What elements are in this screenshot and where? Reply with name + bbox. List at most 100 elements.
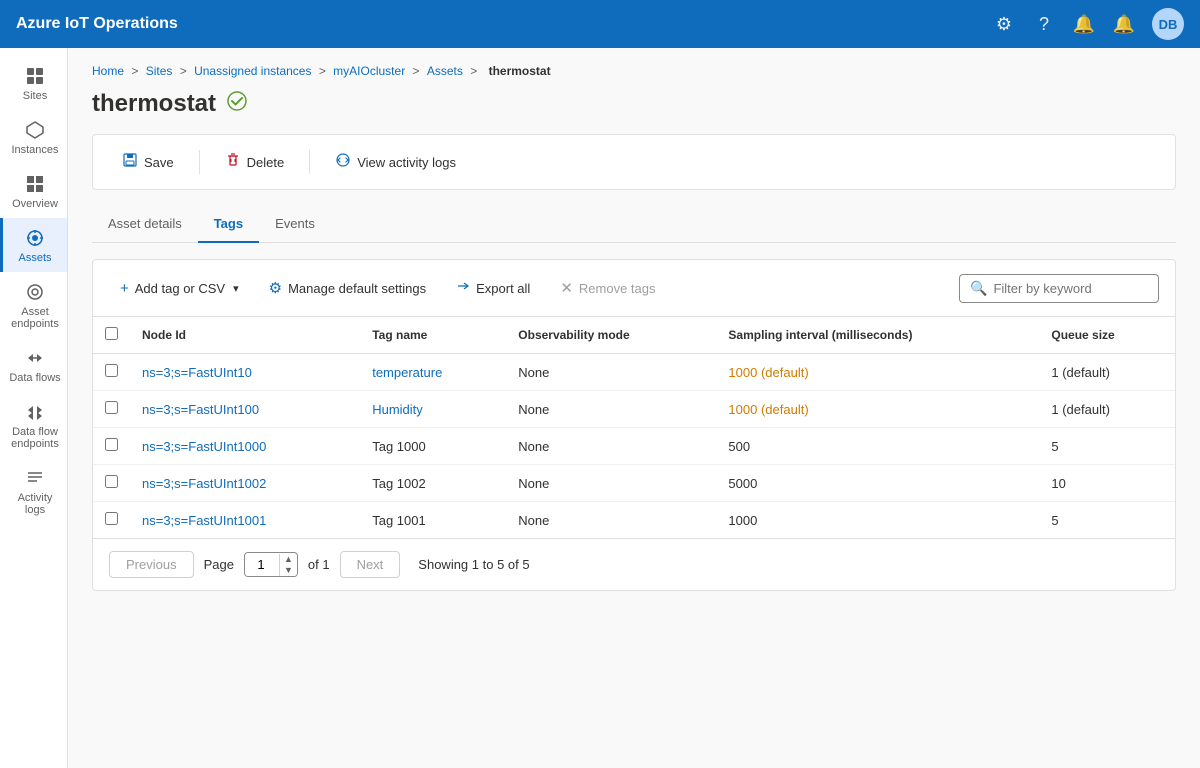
row-tag-name: Humidity: [360, 391, 506, 428]
tab-asset-details[interactable]: Asset details: [92, 206, 198, 243]
node-id-link[interactable]: ns=3;s=FastUInt1000: [142, 439, 266, 454]
tag-name-link[interactable]: temperature: [372, 365, 442, 380]
node-id-link[interactable]: ns=3;s=FastUInt100: [142, 402, 259, 417]
alert-icon[interactable]: 🔔: [1112, 12, 1136, 36]
remove-icon: ✕: [560, 279, 573, 297]
gear-icon: ⚙: [269, 279, 282, 297]
action-divider-1: [199, 150, 200, 174]
sidebar-item-activity-logs[interactable]: Activity logs: [0, 458, 67, 524]
page-label: Page: [204, 557, 234, 572]
asset-endpoints-icon: [23, 280, 47, 304]
breadcrumb-sep-2: >: [180, 64, 190, 78]
sidebar-label-overview: Overview: [12, 198, 58, 210]
sidebar-item-overview[interactable]: Overview: [0, 164, 67, 218]
tab-tags[interactable]: Tags: [198, 206, 259, 243]
manage-label: Manage default settings: [288, 281, 426, 296]
delete-button[interactable]: Delete: [212, 145, 298, 179]
settings-icon[interactable]: ⚙: [992, 12, 1016, 36]
row-sampling: 5000: [716, 465, 1039, 502]
page-title: thermostat: [92, 90, 216, 118]
help-icon[interactable]: ?: [1032, 12, 1056, 36]
breadcrumb-sites[interactable]: Sites: [146, 64, 173, 78]
page-spinners: ▲ ▼: [279, 554, 297, 576]
sidebar-item-instances[interactable]: Instances: [0, 110, 67, 164]
row-checkbox-4[interactable]: [105, 512, 118, 525]
breadcrumb-unassigned[interactable]: Unassigned instances: [194, 64, 311, 78]
node-id-link[interactable]: ns=3;s=FastUInt1001: [142, 513, 266, 528]
table-row: ns=3;s=FastUInt100 Humidity None 1000 (d…: [93, 391, 1175, 428]
delete-icon: [225, 152, 241, 172]
breadcrumb-home[interactable]: Home: [92, 64, 124, 78]
tab-events[interactable]: Events: [259, 206, 331, 243]
previous-button[interactable]: Previous: [109, 551, 194, 578]
node-id-link[interactable]: ns=3;s=FastUInt10: [142, 365, 252, 380]
add-tag-label: Add tag or CSV: [135, 281, 225, 296]
breadcrumb-current: thermostat: [489, 64, 551, 78]
row-checkbox-cell: [93, 465, 130, 502]
assets-icon: [23, 226, 47, 250]
row-queue: 5: [1039, 428, 1175, 465]
row-checkbox-0[interactable]: [105, 364, 118, 377]
previous-label: Previous: [126, 557, 177, 572]
app-body: Sites Instances Overview Assets Asset en…: [0, 48, 1200, 768]
view-activity-logs-button[interactable]: View activity logs: [322, 145, 469, 179]
filter-input-wrapper: 🔍: [959, 274, 1159, 303]
export-all-button[interactable]: Export all: [445, 272, 541, 304]
sidebar-label-assets: Assets: [18, 252, 51, 264]
select-all-checkbox[interactable]: [105, 327, 118, 340]
topnav-icons: ⚙ ? 🔔 🔔 DB: [992, 8, 1184, 40]
row-sampling: 1000 (default): [716, 354, 1039, 391]
breadcrumb-sep-1: >: [131, 64, 141, 78]
sidebar-item-assets[interactable]: Assets: [0, 218, 67, 272]
overview-icon: [23, 172, 47, 196]
breadcrumb-cluster[interactable]: myAIOcluster: [333, 64, 405, 78]
save-button[interactable]: Save: [109, 145, 187, 179]
manage-default-settings-button[interactable]: ⚙ Manage default settings: [258, 272, 438, 304]
table-row: ns=3;s=FastUInt1001 Tag 1001 None 1000 5: [93, 502, 1175, 539]
app-title: Azure IoT Operations: [16, 15, 992, 33]
sidebar-label-instances: Instances: [11, 144, 58, 156]
export-label: Export all: [476, 281, 530, 296]
sidebar-item-asset-endpoints[interactable]: Asset endpoints: [0, 272, 67, 338]
main-content: Home > Sites > Unassigned instances > my…: [68, 48, 1200, 768]
row-checkbox-3[interactable]: [105, 475, 118, 488]
page-down-button[interactable]: ▼: [280, 565, 297, 576]
instances-icon: [23, 118, 47, 142]
page-number-input[interactable]: [245, 553, 277, 576]
tag-name-link[interactable]: Humidity: [372, 402, 423, 417]
row-sampling: 500: [716, 428, 1039, 465]
remove-tags-button[interactable]: ✕ Remove tags: [549, 272, 666, 304]
delete-label: Delete: [247, 155, 285, 170]
table-body: ns=3;s=FastUInt10 temperature None 1000 …: [93, 354, 1175, 539]
table-row: ns=3;s=FastUInt10 temperature None 1000 …: [93, 354, 1175, 391]
sidebar-item-data-flow-endpoints[interactable]: Data flow endpoints: [0, 392, 67, 458]
page-up-button[interactable]: ▲: [280, 554, 297, 565]
breadcrumb-sep-5: >: [470, 64, 480, 78]
next-button[interactable]: Next: [340, 551, 401, 578]
row-tag-name: Tag 1000: [360, 428, 506, 465]
export-icon: [456, 279, 470, 297]
sidebar-item-sites[interactable]: Sites: [0, 56, 67, 110]
row-checkbox-1[interactable]: [105, 401, 118, 414]
add-tag-button[interactable]: + Add tag or CSV ▾: [109, 273, 250, 304]
row-obs-mode: None: [506, 428, 716, 465]
row-queue: 10: [1039, 465, 1175, 502]
activity-logs-icon: [23, 466, 47, 490]
filter-input[interactable]: [993, 281, 1148, 296]
row-checkbox-cell: [93, 391, 130, 428]
page-of: of 1: [308, 557, 330, 572]
row-checkbox-2[interactable]: [105, 438, 118, 451]
tag-name-text: Tag 1002: [372, 476, 426, 491]
row-checkbox-cell: [93, 502, 130, 539]
sidebar-item-data-flows[interactable]: Data flows: [0, 338, 67, 392]
avatar[interactable]: DB: [1152, 8, 1184, 40]
header-sampling: Sampling interval (milliseconds): [716, 317, 1039, 354]
node-id-link[interactable]: ns=3;s=FastUInt1002: [142, 476, 266, 491]
row-node-id: ns=3;s=FastUInt1002: [130, 465, 360, 502]
row-queue: 1 (default): [1039, 354, 1175, 391]
topnav: Azure IoT Operations ⚙ ? 🔔 🔔 DB: [0, 0, 1200, 48]
sidebar-label-data-flows: Data flows: [9, 372, 60, 384]
notifications-icon[interactable]: 🔔: [1072, 12, 1096, 36]
data-flow-endpoints-icon: [23, 400, 47, 424]
breadcrumb-assets[interactable]: Assets: [427, 64, 463, 78]
